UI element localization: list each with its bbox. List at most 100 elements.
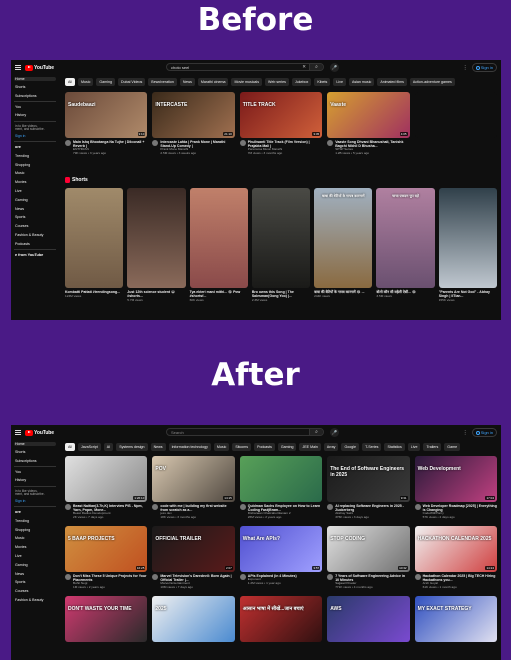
sidebar-item-explore[interactable]: Gaming (11, 563, 59, 567)
sidebar-item-subscriptions[interactable]: Subscriptions (11, 94, 59, 98)
filter-chip[interactable]: Gaming (96, 78, 115, 86)
sidebar-item-explore[interactable]: Music (11, 171, 59, 175)
filter-chip[interactable]: Systems design (116, 443, 148, 451)
video-thumbnail[interactable]: 2025 (152, 595, 235, 642)
sidebar-item-explore[interactable]: News (11, 207, 59, 211)
video-thumbnail[interactable]: TITLE TRACK 3:45 (239, 92, 323, 138)
channel-avatar[interactable] (65, 573, 71, 580)
channel-avatar[interactable] (152, 140, 159, 146)
filter-chip[interactable]: Action-adventure games (409, 78, 455, 86)
video-thumbnail[interactable]: 1:26:10 (65, 456, 148, 502)
video-card[interactable]: 5 BAAP PROJECTS 16:25 Don't Miss These 5 U… (65, 525, 148, 590)
sidebar-item-explore[interactable]: Shopping (11, 163, 59, 167)
sidebar-item-home[interactable]: Home (14, 77, 56, 82)
filter-chip[interactable]: Kibets (314, 78, 331, 86)
search-icon[interactable]: ⌕ (309, 64, 323, 70)
filter-chip[interactable]: AI (103, 443, 114, 451)
filter-chip[interactable]: All (65, 443, 75, 451)
filter-chip[interactable]: T-Series (362, 443, 382, 451)
video-card[interactable]: POV 14:15 code with me | building my first… (152, 456, 235, 520)
filter-chip[interactable]: Music (213, 443, 230, 451)
sidebar-item-explore[interactable]: Fashion & Beauty (11, 233, 59, 237)
video-card[interactable]: The End of Software Engineers in 2025 9:3… (327, 456, 410, 520)
video-card[interactable]: 2025 (152, 595, 235, 642)
short-card[interactable]: Tya ekteri mani mithi... 😂 Pow #shortsf.… (189, 188, 248, 302)
sidebar-item-shorts[interactable]: Shorts (11, 85, 59, 89)
short-title[interactable]: "Parents Are Not God" - Abhay Singh | II… (439, 290, 497, 298)
short-thumbnail[interactable] (251, 188, 311, 288)
channel-avatar[interactable] (152, 573, 159, 580)
video-card[interactable]: Quldman Sachs Employee on How to Learn C… (239, 456, 323, 520)
filter-chip[interactable]: Sitcoms (232, 443, 252, 451)
sidebar-item-explore[interactable]: Live (11, 554, 59, 558)
sign-in-button[interactable]: Sign in (471, 428, 497, 437)
video-card[interactable]: HACKATHON CALENDAR 2025 14:24 Hackathon Ca… (414, 525, 497, 590)
video-card[interactable]: OFFICIAL TRAILER 2:07 Marvel Television's … (152, 525, 235, 590)
sidebar-item-explore[interactable]: Podcasts (11, 242, 59, 246)
search-icon[interactable]: ⌕ (309, 429, 323, 435)
filter-chip[interactable]: Information technology (168, 443, 211, 451)
short-thumbnail[interactable] (438, 188, 497, 288)
search-input[interactable]: choto seel (171, 65, 302, 70)
sidebar-item-explore[interactable]: Live (11, 189, 59, 193)
filter-chip[interactable]: All (65, 78, 75, 86)
video-thumbnail[interactable]: DON'T WASTE YOUR TIME (65, 595, 148, 642)
sidebar-item-explore[interactable]: Sports (11, 580, 59, 584)
search-box[interactable]: choto seel ✕ ⌕ (166, 63, 324, 71)
sidebar-item-history[interactable]: History (11, 478, 59, 482)
sidebar-item-explore[interactable]: Courses (11, 589, 59, 593)
filter-chip[interactable]: Podcasts (254, 443, 275, 451)
filter-chip[interactable]: Live (333, 78, 346, 86)
sidebar-item-explore[interactable]: Movies (11, 545, 59, 549)
channel-avatar[interactable] (327, 140, 334, 146)
video-thumbnail[interactable] (414, 92, 497, 138)
video-thumbnail[interactable]: 5 BAAP PROJECTS 16:25 (65, 525, 148, 572)
filter-chip[interactable]: Google (341, 443, 360, 451)
short-thumbnail[interactable] (189, 188, 248, 288)
filter-chip[interactable]: JEE Main (299, 443, 321, 451)
video-thumbnail[interactable]: What Are APIs? 3:57 (239, 525, 323, 572)
video-thumbnail[interactable]: MY EXACT STRATEGY (414, 595, 497, 642)
search-box[interactable]: Search ⌕ (166, 428, 324, 436)
filter-chip[interactable]: Movie musicals (231, 78, 263, 86)
filter-chip[interactable]: JavaScript (78, 443, 101, 451)
video-card[interactable]: आसान भाषा में सीखें...जान बचाएं (239, 595, 323, 642)
short-title[interactable]: Bro owns this Song | The Salesman(Gong Y… (252, 290, 310, 298)
filter-chip[interactable]: News (150, 443, 166, 451)
sidebar-sign-in[interactable]: Sign in (11, 134, 59, 138)
video-thumbnail[interactable] (239, 456, 323, 502)
short-card[interactable]: Just 12th science student 😭 #shorts... 5.… (127, 188, 186, 302)
sidebar-item-explore[interactable]: Music (11, 536, 59, 540)
filter-chip[interactable]: Music (78, 78, 94, 86)
sidebar-item-explore[interactable]: Gaming (11, 198, 59, 202)
video-card[interactable]: MY EXACT STRATEGY (414, 595, 497, 642)
more-icon[interactable]: ⋮ (463, 430, 468, 436)
youtube-logo[interactable]: YouTube (25, 64, 54, 71)
filter-chip[interactable]: Trailers (423, 443, 442, 451)
short-title[interactable]: Just 12th science student 😭 #shorts... (127, 290, 185, 298)
short-card[interactable]: Bro owns this Song | The Salesman(Gong Y… (251, 188, 311, 302)
channel-avatar[interactable] (239, 504, 246, 510)
sidebar-item-explore[interactable]: Movies (11, 180, 59, 184)
filter-chip[interactable]: Gaming (277, 443, 297, 451)
filter-chip[interactable]: Game (444, 443, 461, 451)
youtube-logo[interactable]: YouTube (25, 429, 54, 436)
short-thumbnail[interactable] (127, 188, 186, 288)
filter-chip[interactable]: Animated films (377, 78, 407, 86)
sign-in-button[interactable]: Sign in (471, 63, 497, 72)
filter-chip[interactable]: News (179, 78, 195, 86)
video-thumbnail[interactable]: The End of Software Engineers in 2025 9:3… (327, 456, 410, 502)
clear-search-icon[interactable]: ✕ (302, 64, 306, 70)
sidebar-item-shorts[interactable]: Shorts (11, 450, 59, 454)
video-card[interactable]: INTERCASTE 21:10 Intercaste Lafda | Prank … (152, 92, 235, 156)
channel-avatar[interactable] (414, 573, 421, 580)
video-thumbnail[interactable]: STOP CODING 10:32 (327, 525, 410, 572)
short-card[interactable]: "Parents Are Not God" - Abhay Singh | II… (438, 188, 497, 302)
mic-icon[interactable]: 🎤 (330, 428, 339, 437)
video-card[interactable]: DON'T WASTE YOUR TIME (65, 595, 148, 642)
video-card[interactable]: AWS (327, 595, 410, 642)
channel-avatar[interactable] (239, 573, 246, 580)
video-card[interactable]: 1:26:10 Beast Naitian(3.7h,K) Interview P… (65, 456, 148, 520)
filter-chip[interactable]: Live (407, 443, 421, 451)
short-thumbnail[interactable]: चाचा एकदम चुप रहो (376, 188, 435, 288)
